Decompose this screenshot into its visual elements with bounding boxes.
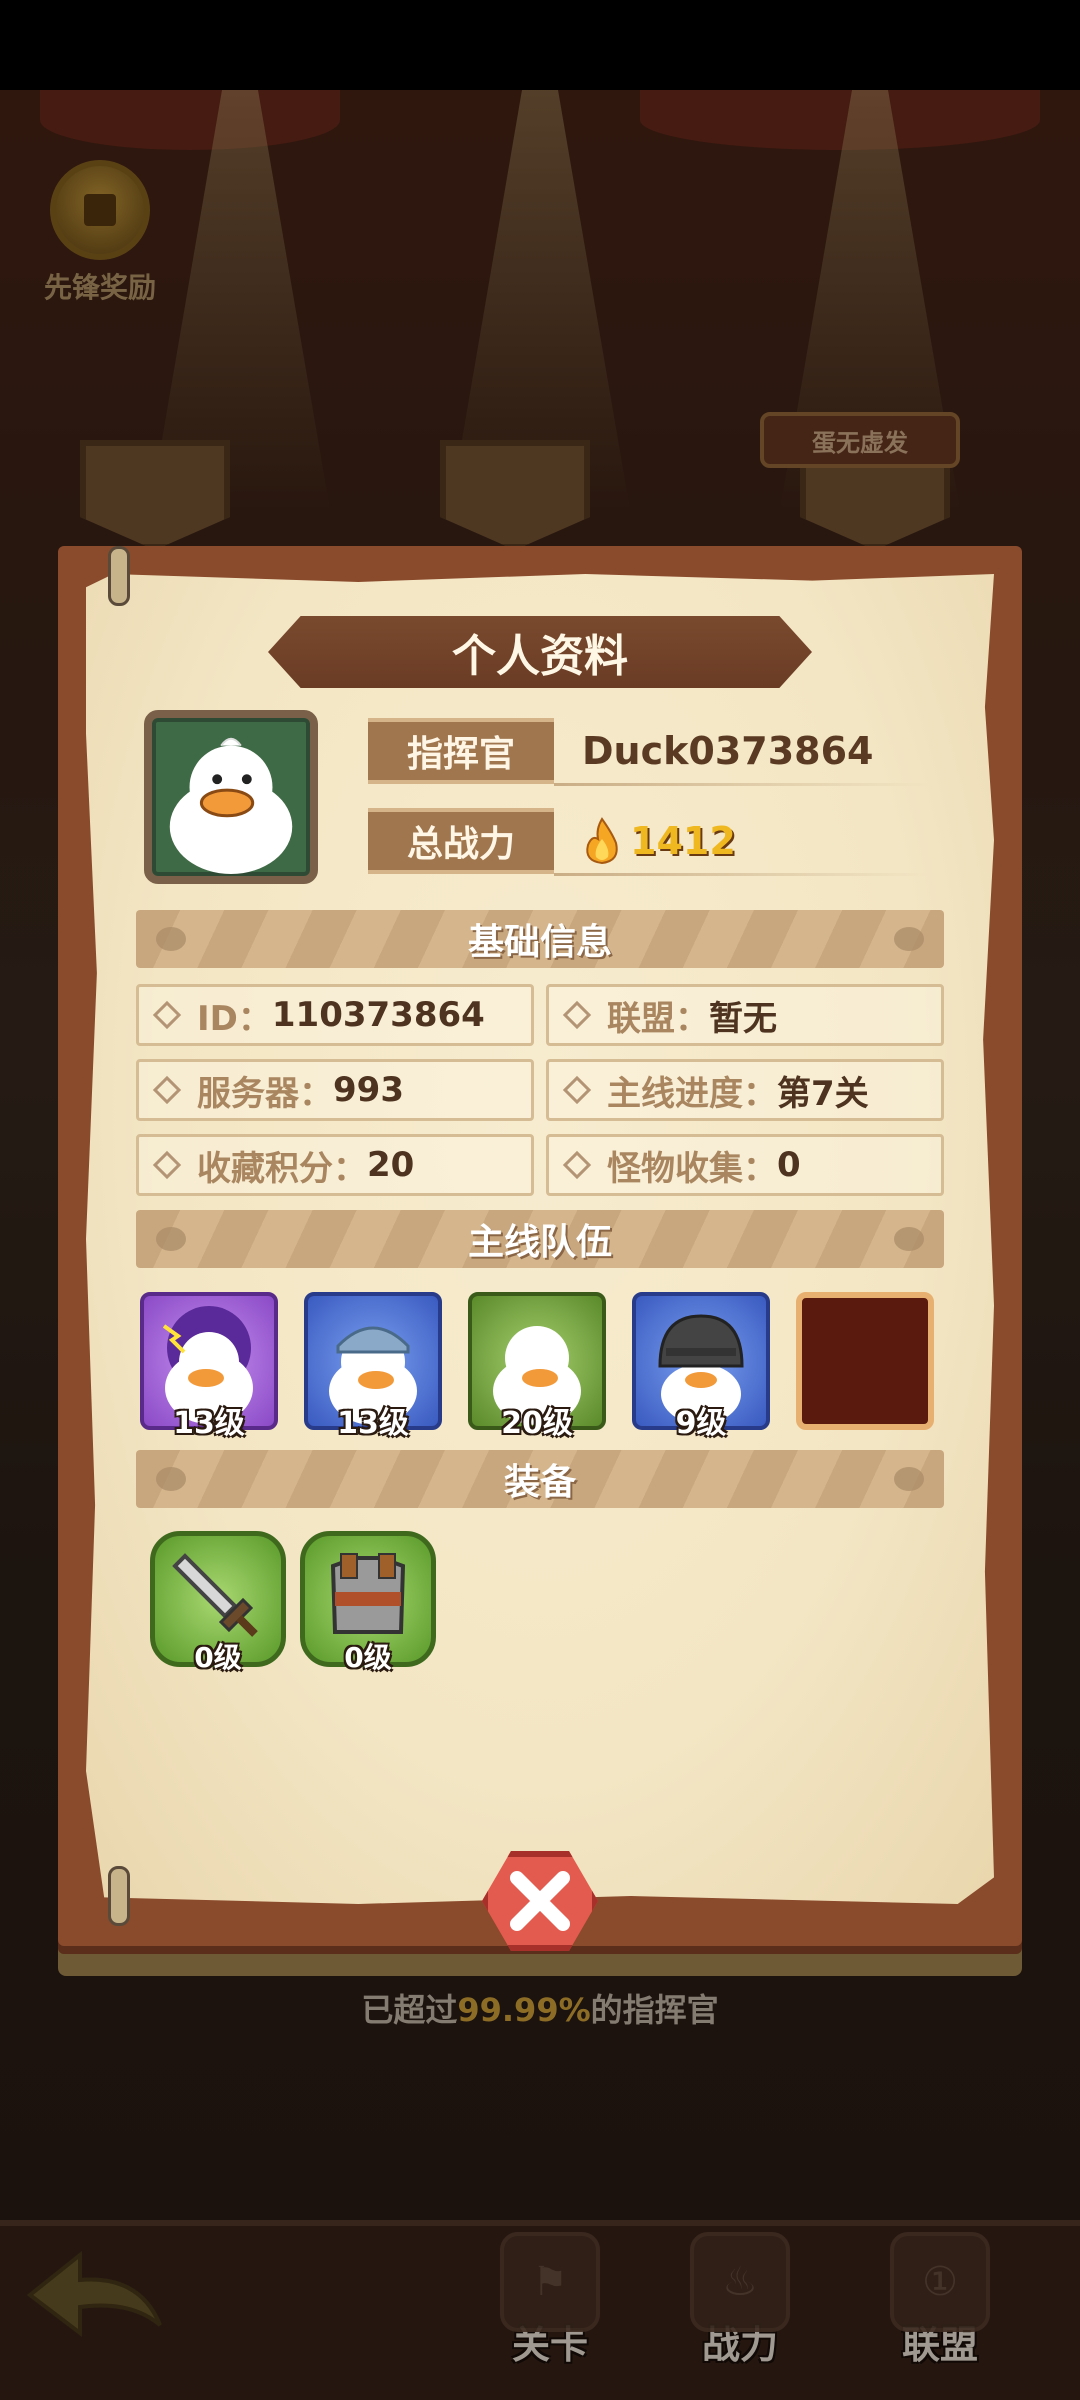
stat-collection-points: 收藏积分： 20 xyxy=(136,1134,534,1196)
stat-alliance: 联盟： 暂无 xyxy=(546,984,944,1046)
section-equipment-title: 装备 xyxy=(503,1462,576,1503)
stat-value: 0 xyxy=(777,1145,801,1185)
stat-key: 怪物收集： xyxy=(607,1148,777,1189)
row-divider xyxy=(554,783,928,786)
diamond-icon xyxy=(562,1000,592,1030)
stat-monster-collection: 怪物收集： 0 xyxy=(546,1134,944,1196)
section-team-title: 主线队伍 xyxy=(467,1222,612,1263)
stat-value: 暂无 xyxy=(709,998,777,1039)
power-label: 总战力 xyxy=(368,808,554,874)
equipment-slot[interactable]: 0级 xyxy=(150,1531,286,1674)
stat-id: ID： 110373864 xyxy=(136,984,534,1046)
hero-slot[interactable]: 13级 xyxy=(140,1292,278,1441)
hero-level: 20级 xyxy=(501,1406,573,1441)
ornament-icon xyxy=(156,927,186,951)
section-basic-info: 基础信息 xyxy=(136,910,944,968)
power-value: 1412 xyxy=(630,819,736,863)
diamond-icon xyxy=(562,1075,592,1105)
avatar xyxy=(144,710,318,884)
stat-value: 993 xyxy=(333,1070,404,1110)
stat-value: 20 xyxy=(367,1145,415,1185)
stat-key: 服务器： xyxy=(197,1073,333,1114)
section-equipment: 装备 xyxy=(136,1450,944,1508)
hero-level: 13级 xyxy=(337,1406,409,1441)
ornament-icon xyxy=(894,1227,924,1251)
equipment-level: 0级 xyxy=(344,1641,392,1674)
equipment-level: 0级 xyxy=(194,1641,242,1674)
diamond-icon xyxy=(152,1000,182,1030)
section-basic-title: 基础信息 xyxy=(467,922,612,963)
hero-slot[interactable]: 20级 xyxy=(468,1292,606,1441)
ornament-icon xyxy=(894,1467,924,1491)
stat-key: 收藏积分： xyxy=(197,1148,367,1189)
ornament-icon xyxy=(156,1467,186,1491)
duck-avatar-icon xyxy=(169,737,293,875)
stat-key: ID： xyxy=(197,998,272,1039)
empty-hero-slot[interactable] xyxy=(796,1292,934,1430)
hero-slot[interactable]: 13级 xyxy=(304,1292,442,1441)
row-divider xyxy=(554,873,928,876)
diamond-icon xyxy=(152,1075,182,1105)
ornament-icon xyxy=(156,1227,186,1251)
hero-level: 13级 xyxy=(173,1406,245,1441)
modal-title: 个人资料 xyxy=(268,616,812,688)
section-team: 主线队伍 xyxy=(136,1210,944,1268)
commander-row: 指挥官 Duck0373864 xyxy=(368,718,928,788)
hero-level: 9级 xyxy=(675,1406,727,1441)
stat-value: 第7关 xyxy=(777,1073,869,1114)
flame-icon xyxy=(586,817,618,865)
pin-icon xyxy=(108,1866,130,1926)
pin-icon xyxy=(108,546,130,606)
profile-modal: 个人资料 指挥官 Duck0373864 总战力 1412 基础信息 ID： 1… xyxy=(58,546,1022,1976)
stat-value: 110373864 xyxy=(271,995,485,1035)
stat-key: 主线进度： xyxy=(607,1073,777,1114)
stat-key: 联盟： xyxy=(607,998,709,1039)
diamond-icon xyxy=(562,1150,592,1180)
hero-slot[interactable]: 9级 xyxy=(632,1292,770,1441)
power-value-wrap: 1412 xyxy=(582,808,736,874)
power-row: 总战力 1412 xyxy=(368,808,928,878)
stat-server: 服务器： 993 xyxy=(136,1059,534,1121)
close-icon xyxy=(510,1871,570,1931)
stat-progress: 主线进度： 第7关 xyxy=(546,1059,944,1121)
equipment-slot[interactable]: 0级 xyxy=(300,1531,436,1674)
commander-label: 指挥官 xyxy=(368,718,554,784)
diamond-icon xyxy=(152,1150,182,1180)
commander-name: Duck0373864 xyxy=(582,729,874,773)
ornament-icon xyxy=(894,927,924,951)
